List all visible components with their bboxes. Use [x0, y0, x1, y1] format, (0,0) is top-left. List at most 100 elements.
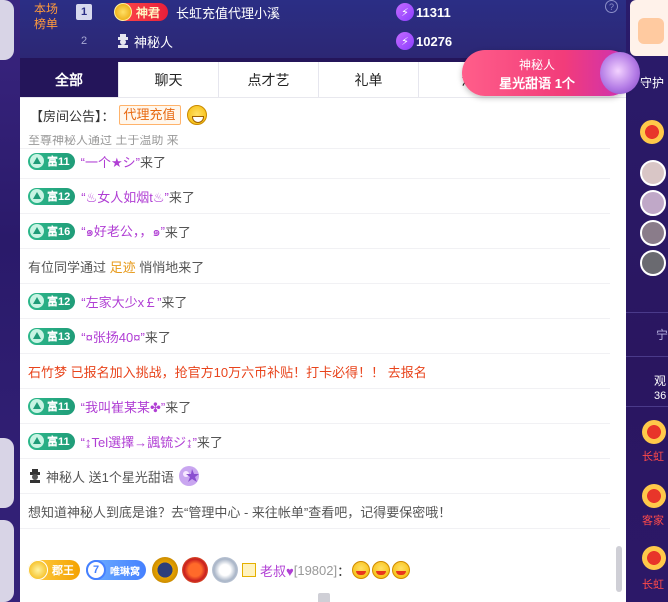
lightning-icon: ⚡: [396, 32, 414, 50]
user-name[interactable]: “♨女人如烟t♨”: [81, 187, 169, 206]
viewer-name[interactable]: 客家: [642, 512, 664, 528]
left-edge-tab[interactable]: [0, 438, 14, 508]
tab-chat[interactable]: 聊天: [118, 62, 218, 97]
rank-number: 2: [80, 35, 88, 47]
rank-number: 1: [76, 4, 92, 20]
medal-icon: [182, 557, 208, 583]
user-name[interactable]: “一个★シ”: [81, 152, 140, 171]
user-name[interactable]: “¤张扬40¤”: [81, 327, 145, 346]
wealth-icon: [30, 224, 44, 238]
starlight-gift-icon: [178, 466, 199, 486]
divider: [626, 406, 668, 407]
lightning-icon: ⚡: [396, 3, 414, 21]
grin-emoji-icon: [392, 561, 411, 579]
list-item: 想知道神秘人到底是谁？去“管理中心 - 来往帐单”查看吧，记得要保密哦！: [20, 494, 610, 529]
list-item: 富12 “♨女人如烟t♨” 来了: [20, 179, 610, 214]
help-icon[interactable]: ?: [605, 0, 618, 13]
announcement-label: 【房间公告】：: [30, 108, 115, 124]
rank-score: ⚡ 10276: [396, 32, 452, 50]
emoji-icon: [638, 18, 664, 44]
guard-symbol: 宁: [656, 328, 668, 342]
viewer-avatar[interactable]: [642, 420, 666, 444]
wealth-icon: [30, 294, 44, 308]
wealth-level-badge: 富11: [28, 432, 75, 450]
list-item: 有位同学通过 足迹 悄悄地来了: [20, 249, 610, 284]
user-level-icon: [242, 563, 256, 577]
viewer-name[interactable]: 长虹: [642, 448, 664, 464]
rank-score: ⚡ 11311: [396, 3, 451, 21]
via-link[interactable]: 足迹: [110, 257, 136, 276]
viewer-name[interactable]: 长虹: [642, 576, 664, 592]
message-list: 至尊神秘人通过 土于温助 来 富11 “一个★シ” 来了 富12 “♨女人如烟t…: [20, 135, 610, 529]
wealth-icon: [30, 154, 44, 168]
emoji-card[interactable]: [630, 0, 668, 56]
list-item: 富11 “一个★シ” 来了: [20, 144, 610, 179]
tab-talent[interactable]: 点才艺: [218, 62, 318, 97]
promo-text: 石竹梦 已报名加入挑战，抢官方10万六币补贴！打卡必得！！: [28, 364, 385, 380]
wealth-icon: [30, 189, 44, 203]
guard-label: 守护: [640, 76, 665, 90]
rank-user-name[interactable]: 神秘人: [134, 32, 173, 51]
wealth-level-badge: 富16: [28, 222, 76, 240]
gift-name: 星光甜语 1个: [499, 76, 575, 91]
viewers-count: 36: [654, 390, 667, 402]
list-item: 富13 “¤张扬40¤” 来了: [20, 319, 610, 354]
wealth-icon: [30, 399, 44, 413]
ranking-row[interactable]: 1 神君 长虹充值代理小溪 ⚡ 11311: [76, 0, 616, 24]
viewer-avatar[interactable]: [642, 484, 666, 508]
left-edge-tab[interactable]: [0, 0, 14, 60]
user-name[interactable]: “左家大少x￡”: [81, 292, 161, 311]
signup-link[interactable]: 去报名: [388, 362, 427, 381]
mystery-person-icon: [30, 469, 40, 483]
laughing-emoji-icon: [186, 105, 207, 125]
avatar[interactable]: [640, 190, 666, 216]
fan-badge: 7 唯琳窝: [86, 560, 146, 580]
rank-user-name[interactable]: 长虹充值代理小溪: [176, 3, 280, 22]
user-name[interactable]: “↨Tel選擇→諷锍ジ↨”: [81, 432, 197, 451]
wealth-level-badge: 富11: [28, 397, 75, 415]
wealth-level-badge: 富12: [28, 292, 76, 310]
left-edge-tab[interactable]: [0, 520, 14, 602]
chat-scrollbar[interactable]: [616, 546, 622, 592]
right-sidebar: 守护 宁 观 36 长虹 客家 长虹: [626, 0, 668, 602]
user-name[interactable]: “我叫崔某某✤”: [81, 397, 166, 416]
ranking-label[interactable]: 本场 榜单: [26, 2, 66, 32]
expand-handle[interactable]: [318, 593, 330, 602]
user-id: [19802]: [293, 562, 338, 578]
divider: [626, 312, 668, 313]
wealth-icon: [30, 434, 44, 448]
list-item: 富11 “↨Tel選擇→諷锍ジ↨” 来了: [20, 424, 610, 459]
avatar[interactable]: [640, 160, 666, 186]
gift-notification: 神秘人 星光甜语 1个: [462, 50, 640, 96]
announcement-link[interactable]: 代理充值: [118, 105, 181, 125]
avatar[interactable]: [640, 250, 666, 276]
mystery-person-icon: [118, 34, 128, 48]
viewer-avatar[interactable]: [642, 546, 666, 570]
left-edge-panel: [0, 0, 20, 602]
list-item: 富16 “๑好老公，，๑” 来了: [20, 214, 610, 249]
divider: [626, 356, 668, 357]
guard-avatar[interactable]: [640, 120, 664, 144]
medal-icon: [152, 557, 178, 583]
wealth-level-badge: 富12: [28, 187, 76, 205]
gift-art-icon: [600, 52, 640, 94]
avatar[interactable]: [640, 220, 666, 246]
medal-icon: [212, 557, 238, 583]
noble-badge: 郡王: [28, 560, 80, 580]
room-announcement: 【房间公告】： 代理充值: [20, 100, 626, 130]
noble-badge: 神君: [114, 3, 169, 21]
user-name[interactable]: 老叔♥: [260, 561, 294, 580]
chat-panel: 全部 聊天 点才艺 礼单 活 【房间公告】： 代理充值 至尊神秘人通过 土于温助…: [20, 62, 626, 602]
list-item: 富12 “左家大少x￡” 来了: [20, 284, 610, 319]
noble-crest-icon: [114, 3, 132, 21]
crown-icon: [28, 560, 48, 580]
tab-all[interactable]: 全部: [20, 62, 118, 97]
tab-gifts[interactable]: 礼单: [318, 62, 418, 97]
user-name[interactable]: 神秘人: [46, 467, 85, 486]
grin-emoji-icon: [372, 561, 391, 579]
viewers-label: 观: [654, 374, 667, 388]
list-item: 富11 “我叫崔某某✤” 来了: [20, 389, 610, 424]
chat-message-row: 郡王 7 唯琳窝 老叔♥ [19802] ：: [20, 554, 610, 586]
user-name[interactable]: “๑好老公，，๑”: [81, 221, 165, 242]
list-item: 石竹梦 已报名加入挑战，抢官方10万六币补贴！打卡必得！！ 去报名: [20, 354, 610, 389]
